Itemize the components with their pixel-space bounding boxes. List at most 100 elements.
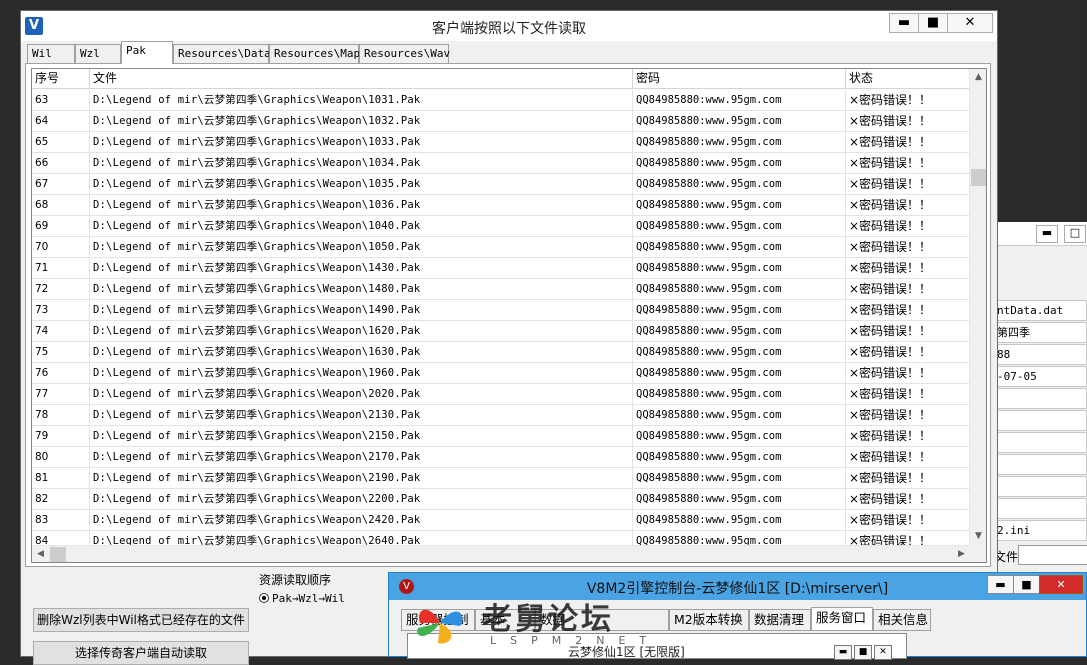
- background-field[interactable]: ntData.dat: [990, 300, 1087, 321]
- table-row[interactable]: 69 D:\Legend of mir\云梦第四季\Graphics\Weapon…: [32, 216, 970, 237]
- console-tab-service-window[interactable]: 服务窗口: [811, 607, 873, 631]
- console-tab-server-control[interactable]: 服务器控制: [401, 609, 475, 631]
- horizontal-scroll-thumb[interactable]: [50, 547, 66, 562]
- background-field[interactable]: [990, 498, 1087, 519]
- background-field[interactable]: -07-05: [990, 366, 1087, 387]
- table-row[interactable]: 73 D:\Legend of mir\云梦第四季\Graphics\Weapon…: [32, 300, 970, 321]
- tab-resources-wav[interactable]: Resources\Wav: [359, 44, 450, 63]
- file-grid[interactable]: 序号 文件 密码 状态 63 D:\Legend of mir\云梦第四季\Gra…: [31, 68, 987, 563]
- background-minimize-button[interactable]: ▬: [1036, 225, 1058, 243]
- background-field[interactable]: 2.ini: [990, 520, 1087, 541]
- row-password-cell: QQ84985880:www.95gm.com: [633, 195, 846, 216]
- table-row[interactable]: 82 D:\Legend of mir\云梦第四季\Graphics\Weapon…: [32, 489, 970, 510]
- row-file-cell: D:\Legend of mir\云梦第四季\Graphics\Weapon\2…: [90, 489, 633, 510]
- tab-wil[interactable]: Wil: [27, 44, 75, 63]
- console-tab-related-info[interactable]: 相关信息: [873, 609, 931, 631]
- vertical-scrollbar[interactable]: ▲ ▼: [969, 69, 986, 545]
- tab-resources-map[interactable]: Resources\Map: [269, 44, 360, 63]
- maximize-button[interactable]: ■: [918, 13, 948, 33]
- delete-existing-wil-button[interactable]: 删除Wzl列表中Wil格式已经存在的文件: [33, 608, 249, 632]
- row-index-cell: 69: [32, 216, 90, 237]
- row-status-cell: ×密码错误！！: [846, 447, 970, 468]
- inner-close-button[interactable]: ✕: [874, 645, 892, 660]
- row-file-cell: D:\Legend of mir\云梦第四季\Graphics\Weapon\2…: [90, 468, 633, 489]
- background-field[interactable]: [990, 476, 1087, 497]
- column-header-password[interactable]: 密码: [633, 69, 846, 89]
- row-index-cell: 75: [32, 342, 90, 363]
- tab-wzl[interactable]: Wzl: [75, 44, 121, 63]
- tab-pak[interactable]: Pak: [121, 41, 173, 64]
- row-status-cell: ×密码错误！！: [846, 132, 970, 153]
- console-tab-basic[interactable]: 基本: [475, 609, 535, 631]
- background-file-input[interactable]: [1018, 545, 1087, 565]
- background-field[interactable]: [990, 388, 1087, 409]
- scrollbar-corner: [969, 545, 986, 562]
- row-file-cell: D:\Legend of mir\云梦第四季\Graphics\Weapon\1…: [90, 279, 633, 300]
- row-file-cell: D:\Legend of mir\云梦第四季\Graphics\Weapon\1…: [90, 195, 633, 216]
- background-maximize-button[interactable]: □: [1064, 225, 1086, 243]
- row-file-cell: D:\Legend of mir\云梦第四季\Graphics\Weapon\2…: [90, 426, 633, 447]
- column-header-file[interactable]: 文件: [90, 69, 633, 89]
- radio-selected-icon[interactable]: [259, 593, 269, 603]
- grid-header: 序号 文件 密码 状态: [32, 69, 970, 89]
- read-order-title: 资源读取顺序: [259, 573, 332, 587]
- console-title: V8M2引擎控制台-云梦修仙1区 [D:\mirserver\]: [586, 581, 889, 597]
- table-row[interactable]: 83 D:\Legend of mir\云梦第四季\Graphics\Weapon…: [32, 510, 970, 531]
- scroll-up-icon[interactable]: ▲: [970, 69, 986, 86]
- table-row[interactable]: 75 D:\Legend of mir\云梦第四季\Graphics\Weapon…: [32, 342, 970, 363]
- row-password-cell: QQ84985880:www.95gm.com: [633, 489, 846, 510]
- console-minimize-button[interactable]: ▬: [987, 575, 1014, 594]
- column-header-status[interactable]: 状态: [846, 69, 970, 89]
- background-field[interactable]: 88: [990, 344, 1087, 365]
- row-status-cell: ×密码错误！！: [846, 195, 970, 216]
- read-order-option[interactable]: Pak→Wzl→Wil: [259, 592, 389, 605]
- row-file-cell: D:\Legend of mir\云梦第四季\Graphics\Weapon\1…: [90, 153, 633, 174]
- console-close-button[interactable]: ✕: [1039, 575, 1083, 594]
- scroll-down-icon[interactable]: ▼: [970, 528, 986, 545]
- table-row[interactable]: 80 D:\Legend of mir\云梦第四季\Graphics\Weapon…: [32, 447, 970, 468]
- close-button[interactable]: ✕: [947, 13, 993, 33]
- table-row[interactable]: 64 D:\Legend of mir\云梦第四季\Graphics\Weapon…: [32, 111, 970, 132]
- scroll-right-icon[interactable]: ▶: [953, 546, 970, 562]
- table-row[interactable]: 66 D:\Legend of mir\云梦第四季\Graphics\Weapon…: [32, 153, 970, 174]
- minimize-button[interactable]: ▬: [889, 13, 919, 33]
- row-index-cell: 83: [32, 510, 90, 531]
- table-row[interactable]: 63 D:\Legend of mir\云梦第四季\Graphics\Weapon…: [32, 90, 970, 111]
- row-password-cell: QQ84985880:www.95gm.com: [633, 90, 846, 111]
- table-row[interactable]: 67 D:\Legend of mir\云梦第四季\Graphics\Weapon…: [32, 174, 970, 195]
- table-row[interactable]: 79 D:\Legend of mir\云梦第四季\Graphics\Weapon…: [32, 426, 970, 447]
- row-file-cell: D:\Legend of mir\云梦第四季\Graphics\Weapon\1…: [90, 363, 633, 384]
- horizontal-scrollbar[interactable]: ◀ ▶: [32, 545, 970, 562]
- console-tab-m2-convert[interactable]: M2版本转换: [669, 609, 749, 631]
- row-index-cell: 65: [32, 132, 90, 153]
- select-client-auto-read-button[interactable]: 选择传奇客户端自动读取: [33, 641, 249, 665]
- scroll-left-icon[interactable]: ◀: [32, 546, 49, 562]
- tab-resources-data[interactable]: Resources\Data: [173, 44, 271, 63]
- table-row[interactable]: 72 D:\Legend of mir\云梦第四季\Graphics\Weapon…: [32, 279, 970, 300]
- table-row[interactable]: 70 D:\Legend of mir\云梦第四季\Graphics\Weapon…: [32, 237, 970, 258]
- tab-panel: 序号 文件 密码 状态 63 D:\Legend of mir\云梦第四季\Gra…: [25, 63, 991, 567]
- table-row[interactable]: 74 D:\Legend of mir\云梦第四季\Graphics\Weapon…: [32, 321, 970, 342]
- row-file-cell: D:\Legend of mir\云梦第四季\Graphics\Weapon\1…: [90, 174, 633, 195]
- table-row[interactable]: 68 D:\Legend of mir\云梦第四季\Graphics\Weapon…: [32, 195, 970, 216]
- table-row[interactable]: 65 D:\Legend of mir\云梦第四季\Graphics\Weapon…: [32, 132, 970, 153]
- row-file-cell: D:\Legend of mir\云梦第四季\Graphics\Weapon\1…: [90, 132, 633, 153]
- console-tab-data[interactable]: 数据: [535, 609, 669, 631]
- background-field[interactable]: [990, 454, 1087, 475]
- table-row[interactable]: 76 D:\Legend of mir\云梦第四季\Graphics\Weapon…: [32, 363, 970, 384]
- vertical-scroll-thumb[interactable]: [971, 169, 986, 186]
- inner-maximize-button[interactable]: ■: [854, 645, 872, 660]
- console-tab-data-cleanup[interactable]: 数据清理: [749, 609, 811, 631]
- inner-minimize-button[interactable]: ▬: [834, 645, 852, 660]
- background-field[interactable]: [990, 432, 1087, 453]
- background-field[interactable]: 第四季: [990, 322, 1087, 343]
- background-field[interactable]: [990, 410, 1087, 431]
- row-password-cell: QQ84985880:www.95gm.com: [633, 216, 846, 237]
- table-row[interactable]: 71 D:\Legend of mir\云梦第四季\Graphics\Weapon…: [32, 258, 970, 279]
- table-row[interactable]: 77 D:\Legend of mir\云梦第四季\Graphics\Weapon…: [32, 384, 970, 405]
- column-header-index[interactable]: 序号: [32, 69, 90, 89]
- table-row[interactable]: 81 D:\Legend of mir\云梦第四季\Graphics\Weapon…: [32, 468, 970, 489]
- console-maximize-button[interactable]: ■: [1013, 575, 1040, 594]
- row-password-cell: QQ84985880:www.95gm.com: [633, 405, 846, 426]
- table-row[interactable]: 78 D:\Legend of mir\云梦第四季\Graphics\Weapon…: [32, 405, 970, 426]
